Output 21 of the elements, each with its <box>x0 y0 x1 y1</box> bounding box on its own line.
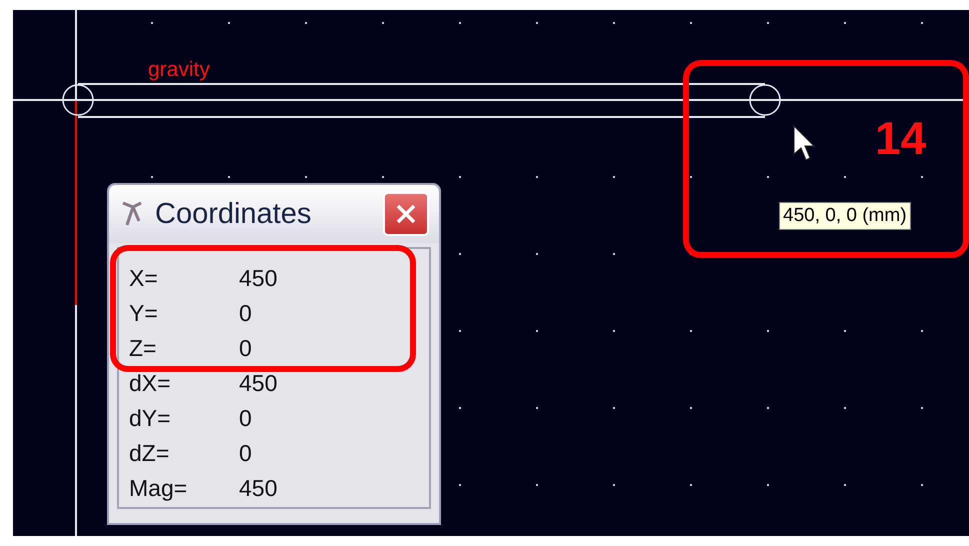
row-value: 0 <box>239 440 252 467</box>
row-value: 0 <box>239 300 252 327</box>
beam-drawing[interactable] <box>62 83 781 118</box>
row-value: 0 <box>239 335 252 362</box>
row-value: 450 <box>239 265 278 292</box>
step-number: 14 <box>875 112 926 164</box>
row-label: Z= <box>129 335 158 362</box>
coordinate-tooltip: 450, 0, 0 (mm) <box>779 202 911 230</box>
close-button[interactable] <box>383 192 429 236</box>
row-label: X= <box>129 265 159 292</box>
row-value: 450 <box>239 370 278 397</box>
row-value: 450 <box>239 475 278 502</box>
row-label: Mag= <box>129 475 188 502</box>
row-label: dY= <box>129 405 172 432</box>
row-label: dX= <box>129 370 172 397</box>
cursor-icon <box>794 124 816 161</box>
gravity-label: gravity <box>148 58 210 82</box>
row-label: Y= <box>129 300 159 327</box>
row-value: 0 <box>239 405 252 432</box>
dialog-title: Coordinates <box>155 198 312 230</box>
row-label: dZ= <box>129 440 170 467</box>
